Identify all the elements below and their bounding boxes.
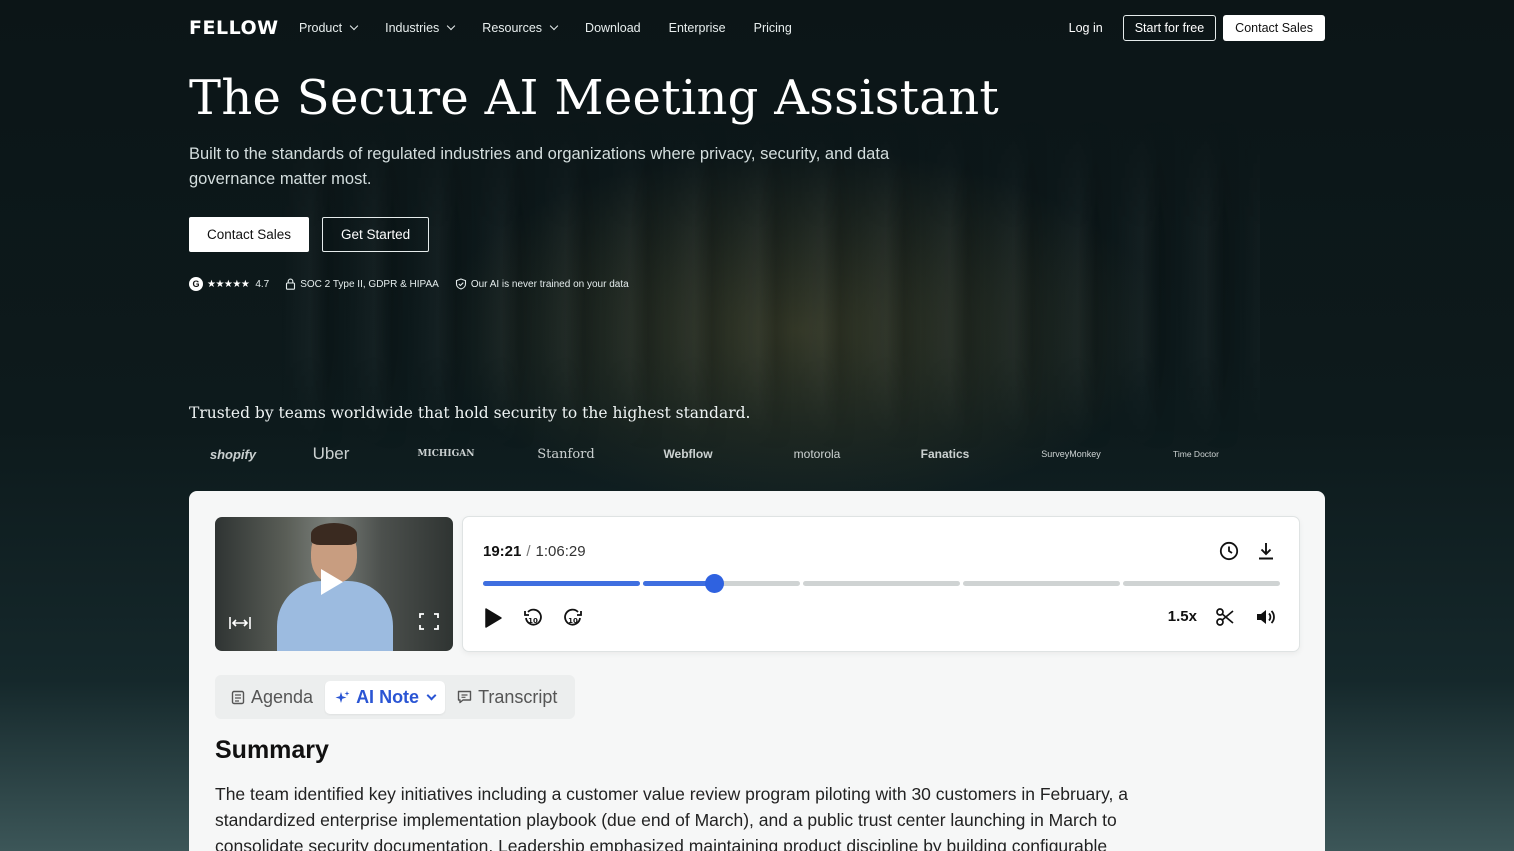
note-tabs: Agenda AI Note Transcript: [215, 675, 576, 719]
forward-10-icon[interactable]: 10: [563, 608, 583, 628]
play-icon[interactable]: [483, 607, 503, 629]
progress-fill: [643, 581, 715, 586]
tab-ai-note-label: AI Note: [356, 686, 420, 707]
logo-surveymonkey: SurveyMonkey: [1041, 449, 1101, 459]
lock-icon: [285, 278, 296, 290]
nav-industries-label: Industries: [385, 20, 440, 35]
compliance-text: SOC 2 Type II, GDPR & HIPAA: [300, 278, 439, 290]
tab-agenda-label: Agenda: [251, 686, 314, 707]
time-separator: /: [526, 543, 531, 560]
start-free-button[interactable]: Start for free: [1122, 14, 1217, 41]
ai-privacy-badge: Our AI is never trained on your data: [455, 278, 629, 290]
chevron-down-icon: [549, 21, 559, 31]
progress-track[interactable]: [483, 574, 1280, 593]
logo-time-doctor: Time Doctor: [1173, 449, 1219, 459]
playback-controls: 10 10: [483, 607, 603, 629]
tab-transcript-label: Transcript: [478, 686, 558, 707]
scissors-icon[interactable]: [1215, 607, 1235, 632]
person-hair: [311, 523, 357, 545]
nav-pricing[interactable]: Pricing: [754, 21, 792, 35]
rating-value: 4.7: [255, 278, 270, 290]
fellow-logo[interactable]: FELLOW: [189, 17, 281, 39]
chevron-down-icon: [447, 21, 456, 31]
nav-pricing-label: Pricing: [753, 20, 792, 35]
hero-title: The Secure AI Meeting Assistant: [189, 70, 999, 126]
nav-download[interactable]: Download: [585, 21, 641, 35]
nav-links: Product Industries Resources Download En…: [299, 21, 820, 35]
login-link[interactable]: Log in: [1069, 21, 1103, 35]
top-nav: FELLOW Product Industries Resources Down…: [189, 0, 1325, 55]
clock-icon[interactable]: [1219, 541, 1239, 566]
nav-enterprise[interactable]: Enterprise: [669, 21, 726, 35]
progress-segment[interactable]: [1123, 581, 1280, 586]
download-icon[interactable]: [1257, 541, 1275, 566]
progress-segment[interactable]: [803, 581, 960, 586]
summary-title: Summary: [215, 736, 329, 764]
nav-resources[interactable]: Resources: [482, 20, 559, 35]
get-started-button[interactable]: Get Started: [322, 217, 430, 252]
chevron-down-icon[interactable]: [426, 690, 437, 700]
chevron-down-icon: [349, 21, 359, 31]
customer-logos: shopify Uber MICHIGAN Stanford Webflow m…: [200, 440, 1325, 468]
app-preview-card: 19:21/1:06:29 10 10 1.5x Agenda AI Note …: [189, 491, 1325, 851]
current-time: 19:21: [483, 543, 522, 560]
shield-check-icon: [455, 278, 467, 290]
g2-logo-icon: G: [189, 277, 203, 291]
logo-shopify: shopify: [209, 446, 257, 462]
tab-transcript[interactable]: Transcript: [447, 681, 567, 714]
total-time: 1:06:29: [535, 543, 586, 560]
progress-knob[interactable]: [705, 574, 725, 593]
hero-buttons: Contact Sales Get Started: [189, 217, 430, 252]
logo-stanford: Stanford: [537, 446, 595, 462]
nav-product[interactable]: Product: [299, 20, 359, 35]
nav-product-label: Product: [299, 20, 343, 35]
audio-player: 19:21/1:06:29 10 10 1.5x: [462, 516, 1300, 652]
compliance-badge: SOC 2 Type II, GDPR & HIPAA: [285, 278, 439, 290]
logo-fanatics: Fanatics: [920, 447, 970, 461]
fullscreen-icon[interactable]: [419, 613, 439, 635]
hero-subtitle: Built to the standards of regulated indu…: [189, 145, 890, 188]
g2-rating: G ★★★★★ 4.7: [189, 277, 269, 291]
nav-resources-label: Resources: [482, 20, 543, 35]
trusted-headline: Trusted by teams worldwide that hold sec…: [189, 404, 751, 422]
nav-enterprise-label: Enterprise: [668, 20, 726, 35]
expand-width-icon[interactable]: [229, 616, 251, 635]
agenda-icon: [231, 690, 245, 705]
logo-michigan: MICHIGAN: [417, 449, 475, 459]
progress-segment[interactable]: [963, 581, 1120, 586]
nav-contact-sales-button[interactable]: Contact Sales: [1223, 14, 1325, 41]
tab-ai-note[interactable]: AI Note: [325, 680, 446, 714]
video-thumbnail[interactable]: [215, 517, 453, 651]
logo-uber: Uber: [312, 444, 350, 463]
rewind-10-icon[interactable]: 10: [523, 608, 543, 628]
nav-actions: Log in Start for free Contact Sales: [1069, 14, 1325, 41]
transcript-icon: [457, 690, 472, 704]
time-readout: 19:21/1:06:29: [483, 543, 586, 560]
rating-stars: ★★★★★: [207, 278, 250, 290]
sparkle-icon: [335, 690, 350, 705]
tab-agenda[interactable]: Agenda: [221, 681, 323, 714]
nav-industries[interactable]: Industries: [385, 20, 456, 35]
progress-fill: [483, 581, 640, 586]
play-overlay-icon[interactable]: [321, 569, 343, 595]
trust-badges: G ★★★★★ 4.7 SOC 2 Type II, GDPR & HIPAA …: [189, 277, 645, 291]
logo-webflow: Webflow: [663, 447, 713, 461]
svg-text:10: 10: [568, 617, 578, 625]
ai-privacy-text: Our AI is never trained on your data: [470, 278, 629, 290]
summary-text: The team identified key initiatives incl…: [215, 784, 1129, 851]
volume-icon[interactable]: [1255, 607, 1277, 632]
playback-speed[interactable]: 1.5x: [1168, 608, 1197, 625]
logo-motorola: motorola: [793, 447, 841, 461]
svg-text:10: 10: [528, 617, 538, 625]
nav-download-label: Download: [585, 20, 641, 35]
contact-sales-button[interactable]: Contact Sales: [189, 217, 310, 252]
